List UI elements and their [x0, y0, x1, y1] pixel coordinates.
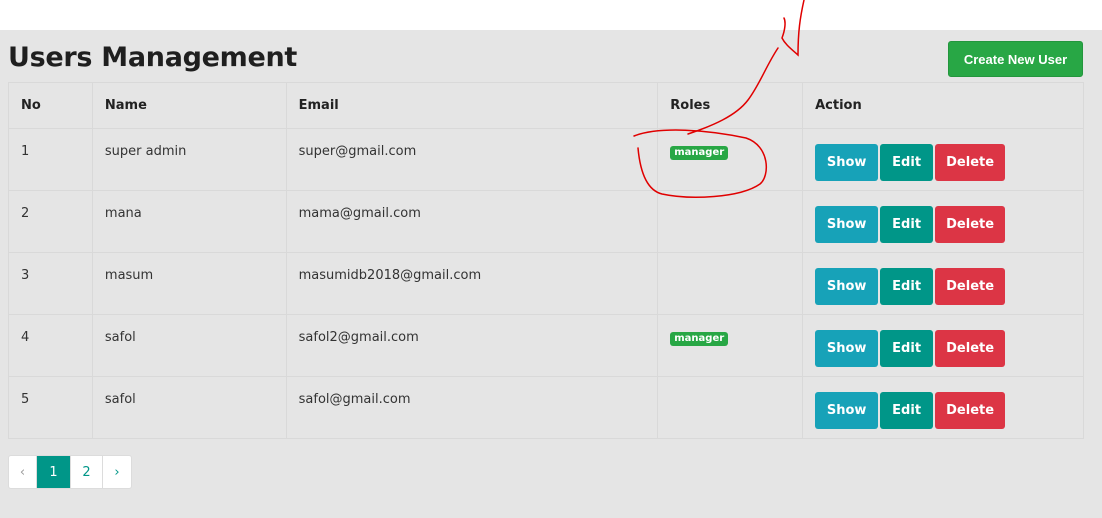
- pagination-prev[interactable]: ‹: [9, 456, 37, 488]
- top-blank-area: [0, 0, 1102, 30]
- cell-name: super admin: [91, 128, 287, 191]
- edit-button[interactable]: Edit: [880, 144, 934, 181]
- edit-button[interactable]: Edit: [880, 268, 934, 305]
- users-management-page: Users Management Create New User No Name…: [0, 30, 1102, 518]
- pagination-page-2[interactable]: 2: [71, 456, 103, 488]
- show-button[interactable]: Show: [815, 392, 879, 429]
- delete-button[interactable]: Delete: [935, 330, 1006, 367]
- column-header-action: Action: [802, 82, 1084, 129]
- delete-button[interactable]: Delete: [935, 144, 1006, 181]
- cell-no: 5: [8, 376, 93, 439]
- cell-roles: manager: [657, 314, 804, 377]
- table-row: 1 super admin super@gmail.com manager Sh…: [8, 128, 1084, 191]
- delete-button[interactable]: Delete: [935, 268, 1006, 305]
- cell-roles: [657, 376, 804, 439]
- pagination: ‹ 1 2 ›: [8, 455, 132, 489]
- cell-action: Show Edit Delete: [802, 314, 1084, 377]
- table-row: 3 masum masumidb2018@gmail.com Show Edit…: [8, 252, 1084, 315]
- show-button[interactable]: Show: [815, 330, 879, 367]
- table-header-row: No Name Email Roles Action: [8, 82, 1084, 129]
- cell-no: 4: [8, 314, 93, 377]
- users-table: No Name Email Roles Action 1 super admin…: [8, 82, 1084, 439]
- delete-button[interactable]: Delete: [935, 206, 1006, 243]
- cell-name: safol: [91, 376, 287, 439]
- role-badge: manager: [670, 146, 729, 160]
- show-button[interactable]: Show: [815, 268, 879, 305]
- cell-email: super@gmail.com: [285, 128, 659, 191]
- table-row: 2 mana mama@gmail.com Show Edit Delete: [8, 190, 1084, 253]
- cell-roles: manager: [657, 128, 804, 191]
- cell-name: safol: [91, 314, 287, 377]
- cell-no: 2: [8, 190, 93, 253]
- role-badge: manager: [670, 332, 729, 346]
- cell-action: Show Edit Delete: [802, 128, 1084, 191]
- show-button[interactable]: Show: [815, 144, 879, 181]
- column-header-name: Name: [91, 82, 287, 129]
- table-row: 4 safol safol2@gmail.com manager Show Ed…: [8, 314, 1084, 377]
- page-title: Users Management: [8, 42, 298, 73]
- delete-button[interactable]: Delete: [935, 392, 1006, 429]
- cell-no: 1: [8, 128, 93, 191]
- edit-button[interactable]: Edit: [880, 392, 934, 429]
- cell-roles: [657, 252, 804, 315]
- cell-email: safol@gmail.com: [285, 376, 659, 439]
- cell-email: safol2@gmail.com: [285, 314, 659, 377]
- cell-no: 3: [8, 252, 93, 315]
- edit-button[interactable]: Edit: [880, 330, 934, 367]
- cell-name: mana: [91, 190, 287, 253]
- cell-action: Show Edit Delete: [802, 252, 1084, 315]
- cell-email: mama@gmail.com: [285, 190, 659, 253]
- column-header-email: Email: [285, 82, 659, 129]
- table-row: 5 safol safol@gmail.com Show Edit Delete: [8, 376, 1084, 439]
- cell-action: Show Edit Delete: [802, 190, 1084, 253]
- column-header-no: No: [8, 82, 93, 129]
- cell-email: masumidb2018@gmail.com: [285, 252, 659, 315]
- column-header-roles: Roles: [657, 82, 804, 129]
- create-new-user-button[interactable]: Create New User: [948, 41, 1083, 77]
- cell-action: Show Edit Delete: [802, 376, 1084, 439]
- cell-roles: [657, 190, 804, 253]
- cell-name: masum: [91, 252, 287, 315]
- show-button[interactable]: Show: [815, 206, 879, 243]
- pagination-next[interactable]: ›: [103, 456, 131, 488]
- pagination-page-1[interactable]: 1: [37, 456, 71, 488]
- edit-button[interactable]: Edit: [880, 206, 934, 243]
